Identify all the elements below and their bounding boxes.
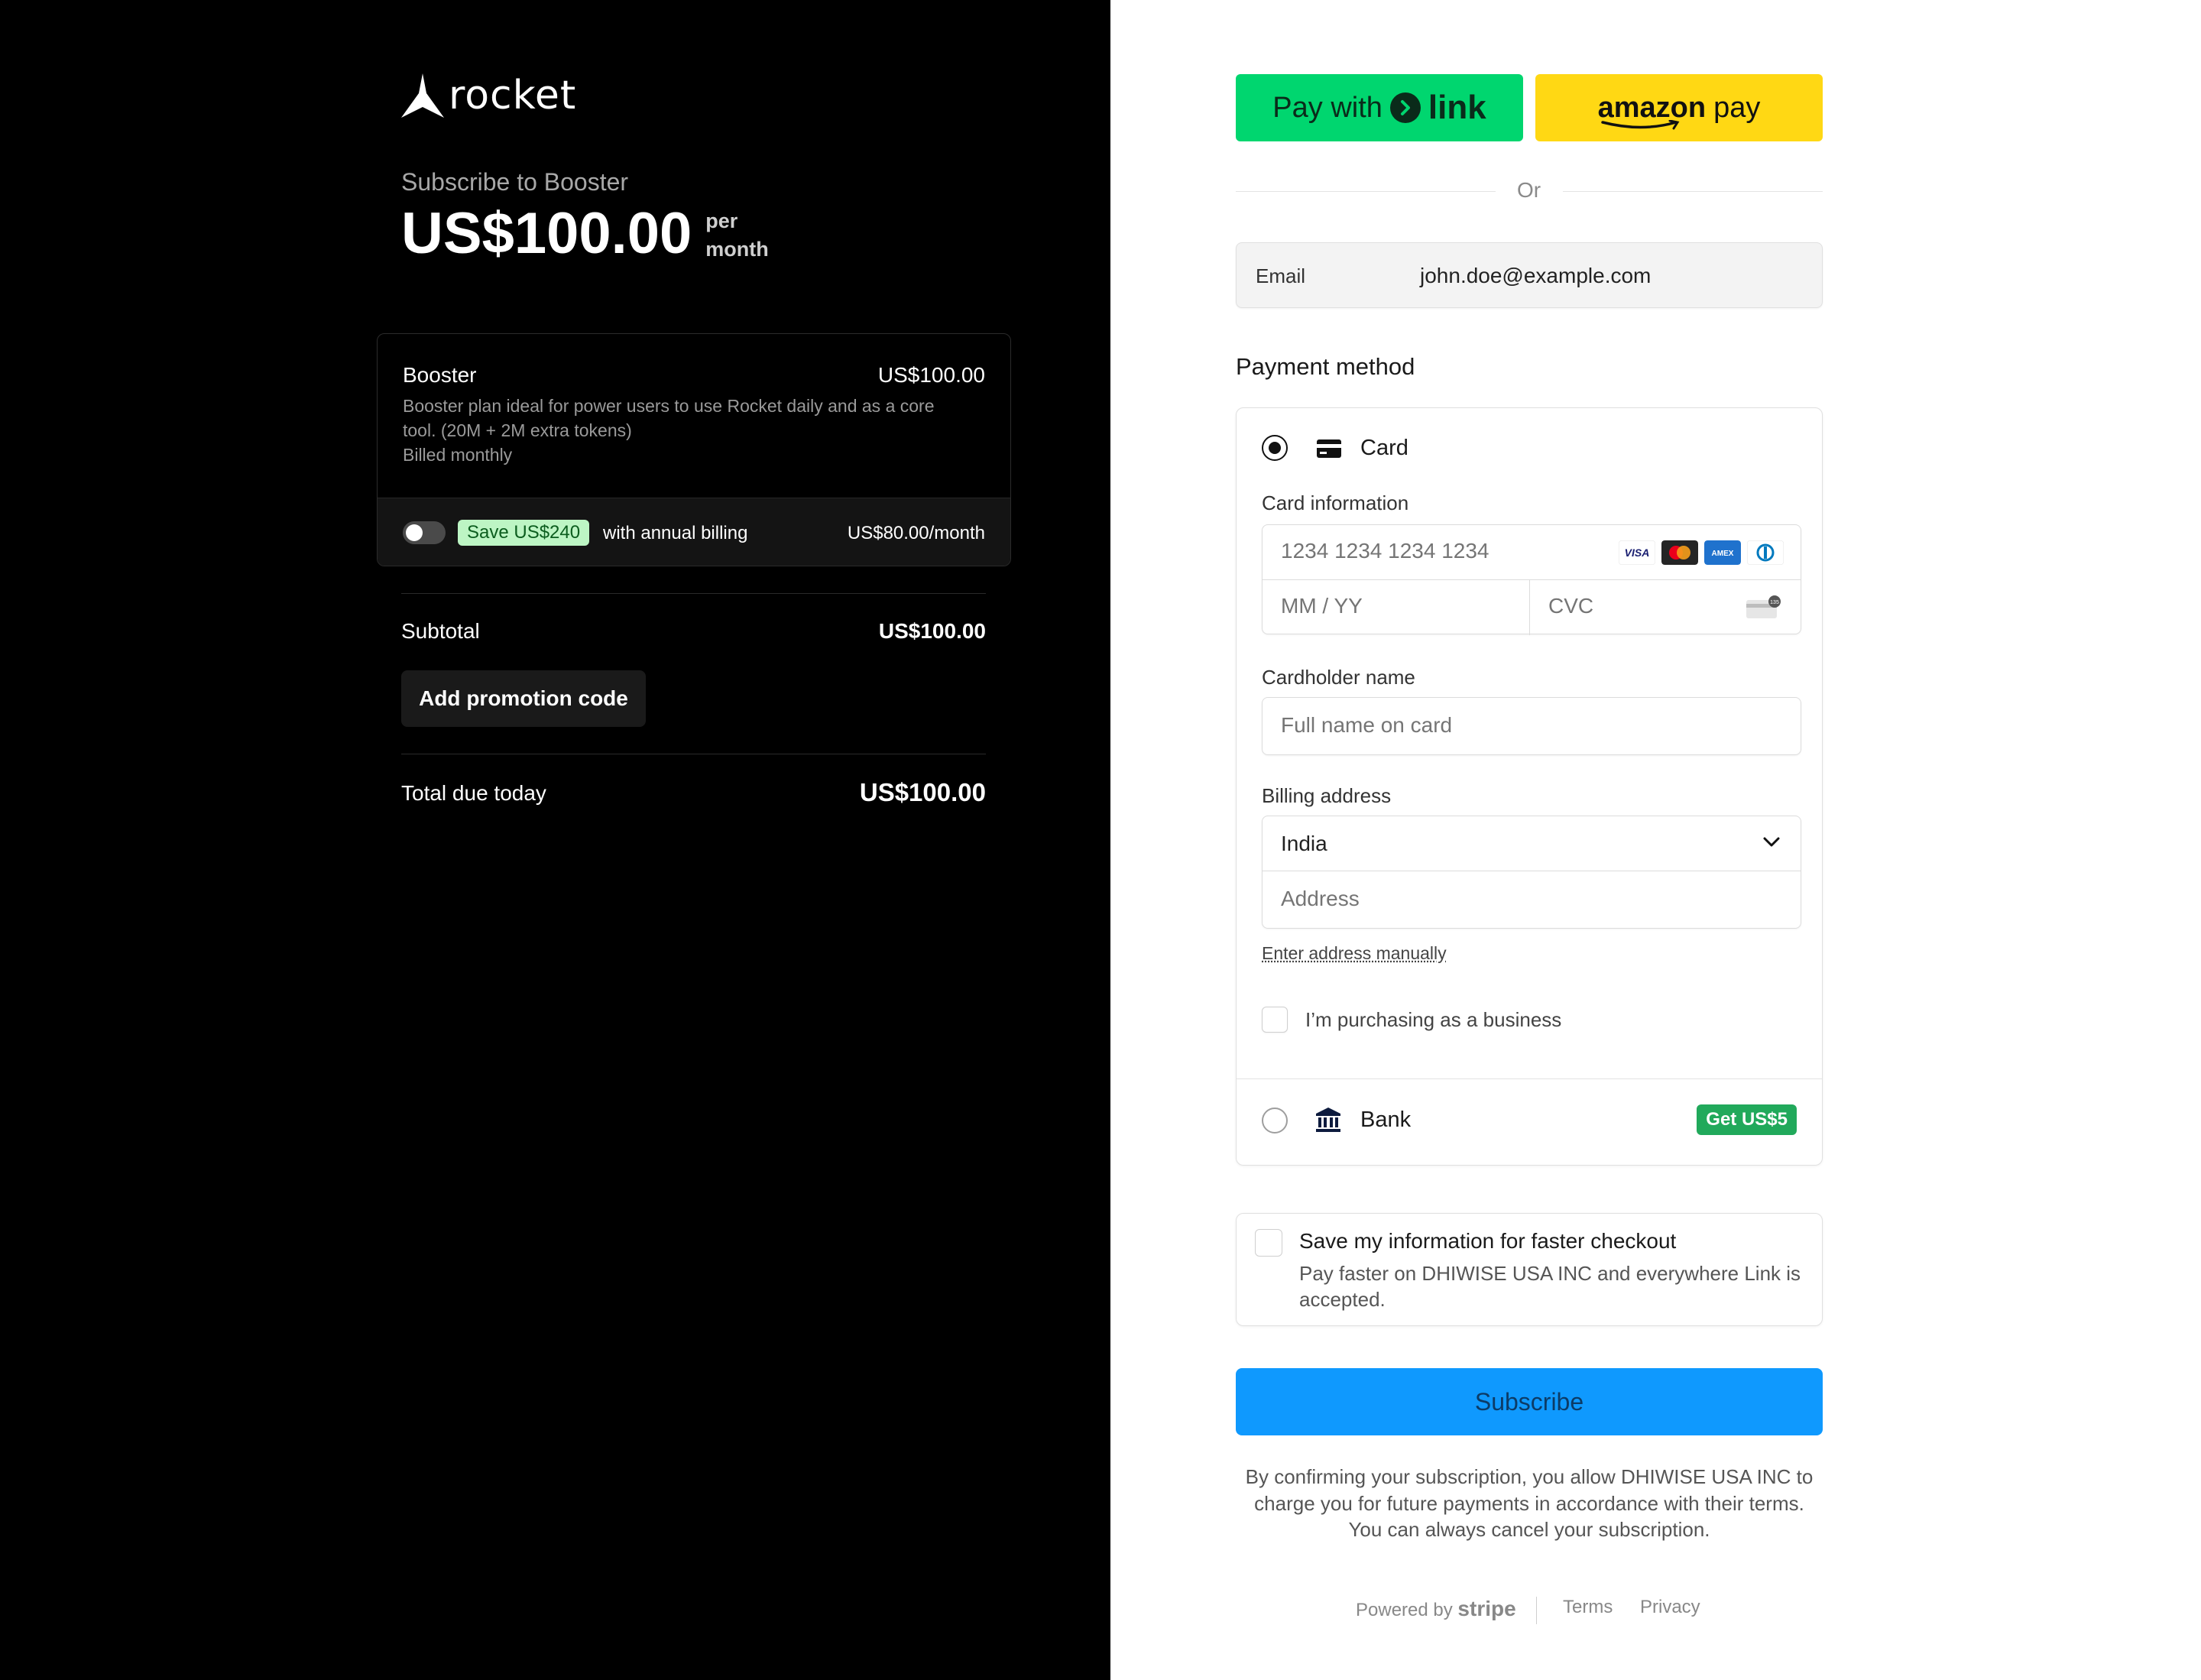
toggle-knob [406, 524, 423, 541]
business-checkbox-label: I’m purchasing as a business [1305, 1008, 1562, 1031]
rocket-logo-icon [401, 73, 444, 118]
country-select[interactable]: India [1263, 816, 1801, 871]
card-radio[interactable] [1262, 435, 1288, 461]
payment-method-separator [1237, 1078, 1822, 1079]
footer-separator [1536, 1597, 1537, 1624]
cardholder-name-field [1262, 697, 1801, 755]
svg-text:135: 135 [1770, 600, 1779, 605]
annual-price: US$80.00/month [847, 523, 985, 543]
billing-address-group: India [1262, 816, 1801, 929]
divider [401, 593, 986, 594]
amazon-wordmark: amazon [1597, 91, 1707, 129]
email-value: john.doe@example.com [1420, 264, 1652, 287]
logo-text: rocket [449, 73, 577, 118]
billing-address-label: Billing address [1262, 784, 1392, 807]
plan-name: Booster [403, 363, 477, 387]
business-checkbox[interactable] [1262, 1007, 1288, 1033]
privacy-link[interactable]: Privacy [1640, 1597, 1700, 1618]
subscription-terms-text: By confirming your subscription, you all… [1245, 1465, 1814, 1542]
amazon-pay-button[interactable]: amazon pay [1535, 74, 1823, 141]
chevron-down-icon [1763, 837, 1780, 847]
pay-with-label: Pay with [1272, 91, 1383, 124]
email-label: Email [1256, 264, 1306, 287]
subtotal-value: US$100.00 [878, 619, 986, 643]
add-promotion-code-button[interactable]: Add promotion code [401, 670, 646, 727]
address-input[interactable] [1281, 887, 1778, 911]
price-period-line1: per [705, 209, 738, 233]
link-wordmark: link [1428, 89, 1486, 126]
plan-price: US$100.00 [877, 363, 985, 387]
svg-text:VISA: VISA [1625, 546, 1650, 559]
payment-method-title: Payment method [1236, 353, 1415, 380]
payment-method-box: Card Card information VISA AMEX 135 Card [1236, 407, 1823, 1166]
plan-details: Booster US$100.00 Booster plan ideal for… [378, 334, 1010, 498]
subscription-price: US$100.00 [401, 201, 692, 266]
cardholder-name-label: Cardholder name [1262, 666, 1415, 689]
powered-by-label: Powered by [1356, 1600, 1453, 1620]
card-information-label: Card information [1262, 491, 1409, 514]
card-number-row: VISA AMEX [1263, 525, 1801, 580]
save-badge: Save US$240 [458, 520, 590, 546]
order-summary-panel: rocket Subscribe to Booster US$100.00 pe… [0, 0, 1110, 1680]
link-arrow-icon [1389, 92, 1421, 123]
expiry-input[interactable] [1281, 594, 1510, 618]
country-value: India [1281, 832, 1327, 855]
annual-billing-text: with annual billing [603, 523, 748, 543]
save-information-box: Save my information for faster checkout … [1236, 1213, 1823, 1326]
cvc-cell: 135 [1530, 580, 1802, 635]
mastercard-icon [1661, 540, 1698, 565]
rocket-logo: rocket [401, 73, 576, 118]
card-number-input[interactable] [1281, 539, 1602, 563]
amex-icon: AMEX [1704, 540, 1741, 565]
card-information-group: VISA AMEX 135 [1262, 524, 1802, 635]
plan-billing-frequency: Billed monthly [403, 445, 513, 465]
save-information-checkbox[interactable] [1255, 1229, 1282, 1257]
price-period: per month [705, 207, 768, 263]
bank-bonus-badge: Get US$5 [1697, 1104, 1797, 1135]
powered-by-stripe[interactable]: Powered by stripe [1356, 1597, 1516, 1621]
card-option-label: Card [1360, 436, 1408, 460]
expiry-cell [1263, 580, 1530, 635]
footer: Powered by stripe Terms Privacy [1236, 1597, 1823, 1627]
save-information-description: Pay faster on DHIWISE USA INC and everyw… [1299, 1262, 1801, 1311]
or-divider-left [1236, 191, 1496, 192]
cardholder-name-input[interactable] [1281, 713, 1778, 738]
amazon-word: amazon [1597, 91, 1707, 124]
svg-text:AMEX: AMEX [1712, 550, 1734, 558]
email-field[interactable]: Email john.doe@example.com [1236, 242, 1823, 308]
or-divider-right [1563, 191, 1823, 192]
subtotal-label: Subtotal [401, 619, 480, 643]
terms-link[interactable]: Terms [1563, 1597, 1613, 1618]
pay-with-link-button[interactable]: Pay with link [1236, 74, 1523, 141]
amazon-pay-word: pay [1713, 91, 1761, 124]
cvc-input[interactable] [1548, 594, 1716, 618]
price-row: US$100.00 per month [401, 205, 769, 263]
or-divider-text: Or [1517, 178, 1541, 202]
total-due-label: Total due today [401, 781, 546, 805]
credit-card-icon [1317, 439, 1341, 458]
address-field [1263, 871, 1801, 929]
plan-card: Booster US$100.00 Booster plan ideal for… [377, 333, 1011, 566]
cvc-card-icon: 135 [1746, 595, 1781, 618]
diners-club-icon [1747, 540, 1784, 565]
card-brands: VISA AMEX [1619, 540, 1784, 565]
total-due-value: US$100.00 [859, 778, 986, 806]
bank-radio[interactable] [1262, 1108, 1288, 1134]
plan-description: Booster plan ideal for power users to us… [403, 396, 935, 441]
annual-billing-toggle[interactable] [403, 521, 446, 544]
bank-icon [1316, 1108, 1340, 1132]
visa-icon: VISA [1619, 540, 1655, 565]
price-period-line2: month [705, 237, 769, 261]
stripe-logo: stripe [1457, 1597, 1516, 1620]
subscribe-button[interactable]: Subscribe [1236, 1368, 1823, 1435]
save-information-title: Save my information for faster checkout [1299, 1229, 1677, 1253]
annual-billing-row: Save US$240 with annual billing US$80.00… [378, 498, 1010, 566]
enter-address-manually-link[interactable]: Enter address manually [1262, 943, 1447, 964]
subscribe-title: Subscribe to Booster [401, 168, 629, 196]
amazon-smile-icon [1600, 119, 1680, 129]
bank-option-label: Bank [1360, 1108, 1412, 1132]
